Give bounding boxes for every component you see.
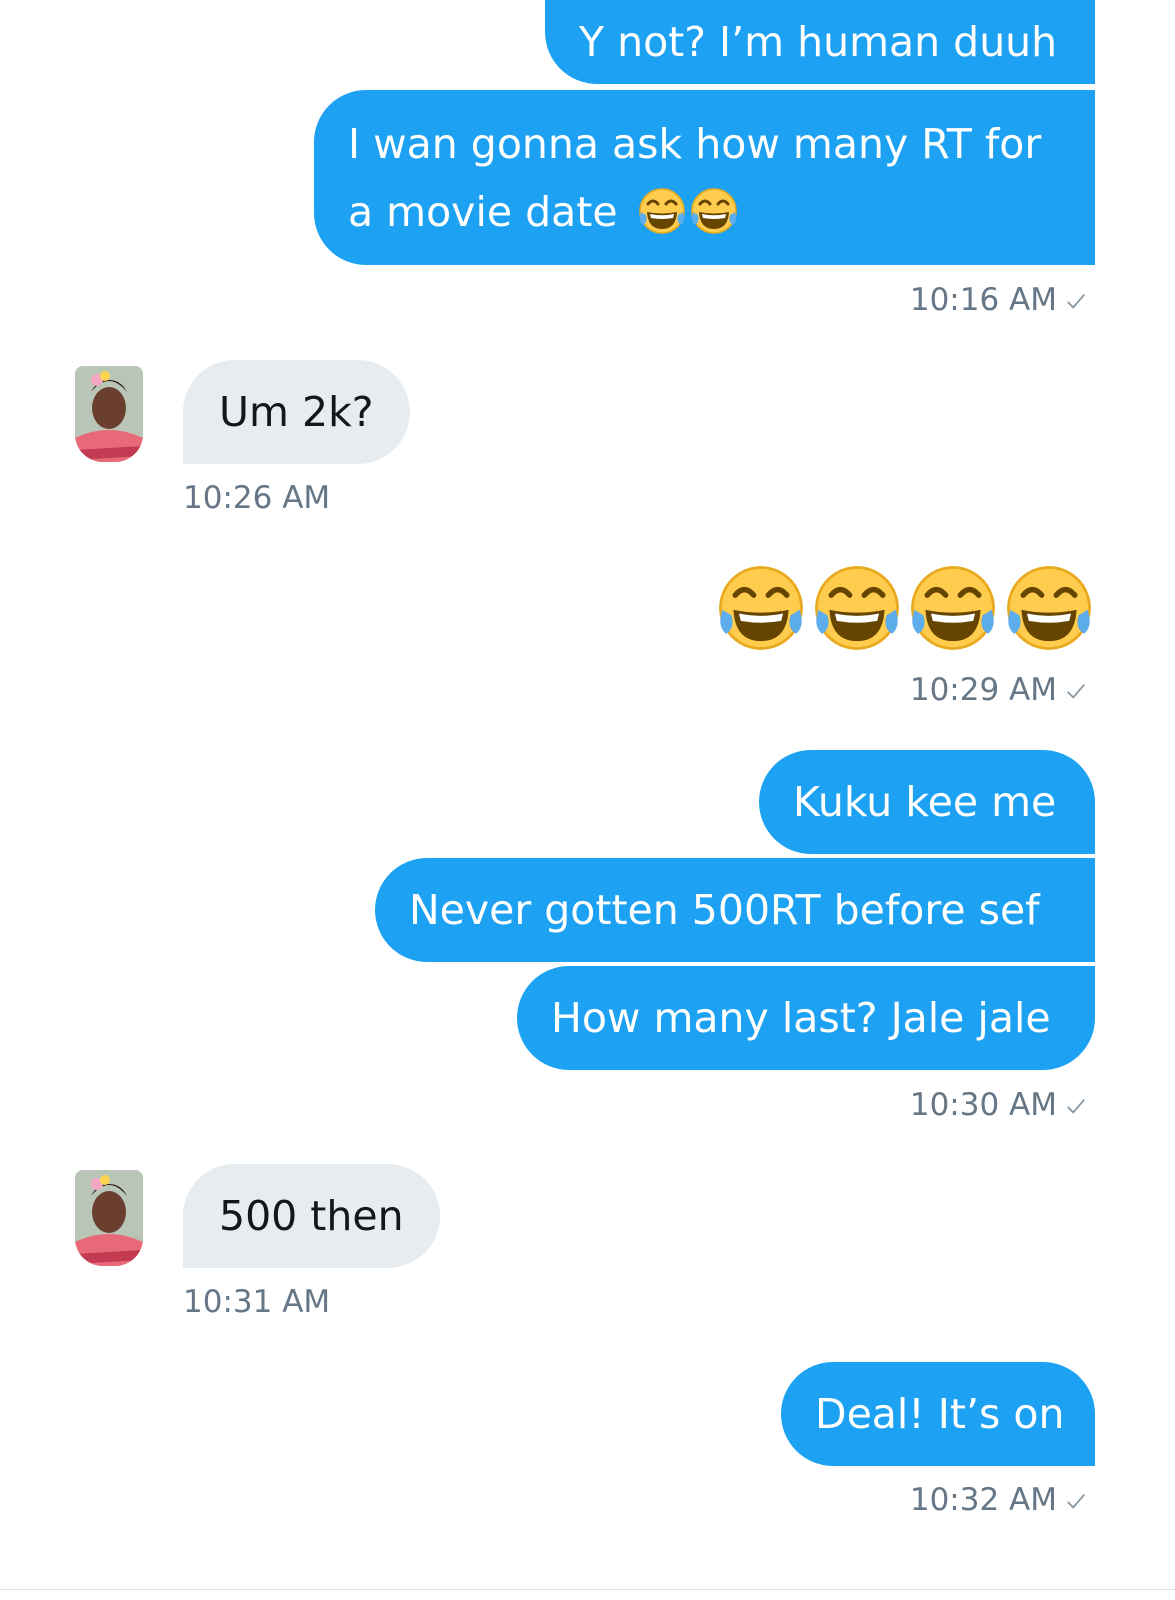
outgoing-message[interactable]: I wan gonna ask how many RT for a movie … (314, 90, 1095, 265)
message-text: How many last? Jale jale (551, 994, 1051, 1042)
message-text: Deal! It’s on (815, 1390, 1065, 1438)
check-icon (1065, 1490, 1087, 1512)
message-timestamp: 10:31 AM (183, 1284, 331, 1320)
message-text: Never gotten 500RT before sef (409, 886, 1040, 934)
face-with-tears-of-joy-icon (637, 186, 687, 236)
check-icon (1065, 680, 1087, 702)
incoming-message[interactable]: Um 2k? (183, 360, 410, 464)
avatar[interactable] (75, 1170, 143, 1266)
message-text: 500 then (219, 1192, 404, 1240)
profile-photo (75, 1170, 143, 1266)
message-timestamp: 10:32 AM (910, 1482, 1087, 1518)
outgoing-message[interactable]: Y not? I’m human duuh (545, 0, 1095, 84)
face-with-tears-of-joy-icon (907, 562, 999, 654)
message-text: Um 2k? (219, 388, 374, 436)
message-text: Kuku kee me (793, 778, 1057, 826)
message-text-line: I wan gonna ask how many RT for (348, 120, 1042, 168)
outgoing-emoji-message[interactable] (715, 562, 1095, 654)
avatar[interactable] (75, 366, 143, 462)
dm-conversation: Y not? I’m human duuh I wan gonna ask ho… (0, 0, 1175, 1600)
outgoing-message[interactable]: Never gotten 500RT before sef (375, 858, 1095, 962)
check-icon (1065, 1095, 1087, 1117)
message-text-line-2: a movie date (348, 178, 1059, 246)
profile-photo (75, 366, 143, 462)
incoming-message[interactable]: 500 then (183, 1164, 440, 1268)
face-with-tears-of-joy-icon (689, 186, 739, 236)
message-timestamp: 10:16 AM (910, 282, 1087, 318)
face-with-tears-of-joy-icon (811, 562, 903, 654)
face-with-tears-of-joy-icon (715, 562, 807, 654)
message-text: Y not? I’m human duuh (579, 18, 1058, 66)
message-timestamp: 10:29 AM (910, 672, 1087, 708)
composer-divider (0, 1589, 1175, 1590)
outgoing-message[interactable]: How many last? Jale jale (517, 966, 1095, 1070)
message-timestamp: 10:30 AM (910, 1087, 1087, 1123)
check-icon (1065, 290, 1087, 312)
message-timestamp: 10:26 AM (183, 480, 331, 516)
face-with-tears-of-joy-icon (1003, 562, 1095, 654)
outgoing-message[interactable]: Kuku kee me (759, 750, 1095, 854)
outgoing-message[interactable]: Deal! It’s on (781, 1362, 1095, 1466)
